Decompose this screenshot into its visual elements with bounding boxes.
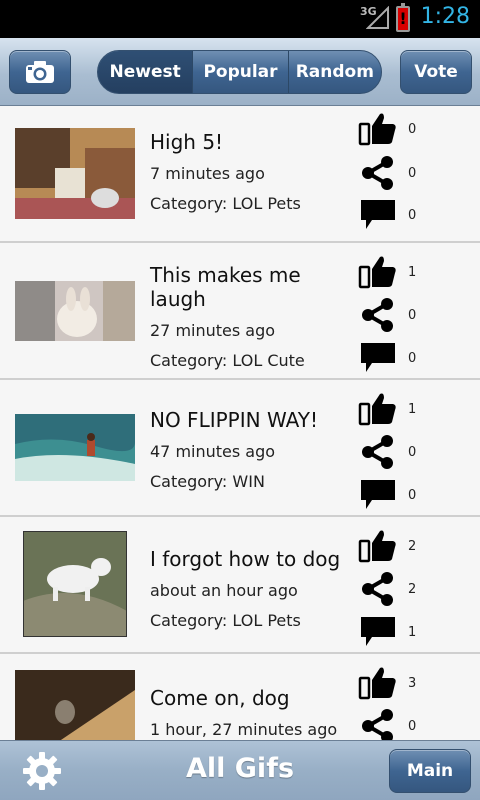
comment-count: 0 bbox=[408, 488, 417, 503]
tab-random[interactable]: Random bbox=[287, 51, 381, 93]
share-icon[interactable] bbox=[358, 435, 398, 469]
like-count: 1 bbox=[408, 265, 417, 280]
gif-category: Category: LOL Cute bbox=[150, 351, 305, 370]
gif-thumbnail[interactable] bbox=[15, 281, 135, 341]
like-icon[interactable] bbox=[358, 255, 398, 289]
gif-time: 7 minutes ago bbox=[150, 164, 265, 183]
vote-button[interactable]: Vote bbox=[400, 50, 472, 94]
list-item[interactable]: This makes me laugh 27 minutes ago Categ… bbox=[0, 243, 480, 380]
share-icon[interactable] bbox=[358, 298, 398, 332]
share-count: 0 bbox=[408, 308, 417, 323]
comment-icon[interactable] bbox=[358, 198, 398, 232]
clock: 1:28 bbox=[420, 4, 470, 29]
list-item[interactable]: NO FLIPPIN WAY! 47 minutes ago Category:… bbox=[0, 380, 480, 517]
signal-icon bbox=[366, 6, 389, 29]
like-count: 0 bbox=[408, 122, 417, 137]
tab-popular[interactable]: Popular bbox=[192, 51, 287, 93]
like-icon[interactable] bbox=[358, 529, 398, 563]
like-icon[interactable] bbox=[358, 392, 398, 426]
gif-thumbnail[interactable] bbox=[15, 670, 135, 740]
tab-newest[interactable]: Newest bbox=[98, 51, 193, 93]
sort-tabs: Newest Popular Random bbox=[97, 50, 382, 94]
share-count: 2 bbox=[408, 582, 417, 597]
top-toolbar: Newest Popular Random Vote bbox=[0, 38, 480, 106]
gif-thumbnail[interactable] bbox=[15, 128, 135, 219]
share-icon[interactable] bbox=[358, 572, 398, 606]
gif-title[interactable]: High 5! bbox=[150, 130, 350, 154]
list-item[interactable]: Come on, dog 1 hour, 27 minutes ago 3 0 bbox=[0, 654, 480, 740]
share-count: 0 bbox=[408, 166, 417, 181]
gif-category: Category: WIN bbox=[150, 472, 265, 491]
battery-icon bbox=[396, 3, 410, 32]
gif-time: 1 hour, 27 minutes ago bbox=[150, 720, 338, 739]
comment-count: 1 bbox=[408, 625, 417, 640]
gif-title[interactable]: Come on, dog bbox=[150, 686, 350, 710]
comment-count: 0 bbox=[408, 208, 417, 223]
like-count: 2 bbox=[408, 539, 417, 554]
gif-time: 27 minutes ago bbox=[150, 321, 276, 340]
like-icon[interactable] bbox=[358, 112, 398, 146]
share-count: 0 bbox=[408, 719, 417, 734]
like-count: 1 bbox=[408, 402, 417, 417]
gif-title[interactable]: This makes me laugh bbox=[150, 263, 350, 311]
bottom-bar: All Gifs Main bbox=[0, 740, 480, 800]
status-bar: 3G 1:28 bbox=[0, 0, 480, 38]
comment-icon[interactable] bbox=[358, 615, 398, 649]
comment-icon[interactable] bbox=[358, 478, 398, 512]
comment-icon[interactable] bbox=[358, 341, 398, 375]
like-count: 3 bbox=[408, 676, 417, 691]
like-icon[interactable] bbox=[358, 666, 398, 700]
main-button[interactable]: Main bbox=[389, 749, 471, 793]
gif-time: about an hour ago bbox=[150, 581, 298, 600]
list-item[interactable]: High 5! 7 minutes ago Category: LOL Pets… bbox=[0, 106, 480, 243]
gif-category: Category: LOL Pets bbox=[150, 611, 301, 630]
gif-list[interactable]: High 5! 7 minutes ago Category: LOL Pets… bbox=[0, 106, 480, 740]
list-item[interactable]: I forgot how to dog about an hour ago Ca… bbox=[0, 517, 480, 654]
gif-thumbnail[interactable] bbox=[15, 414, 135, 481]
gif-time: 47 minutes ago bbox=[150, 442, 276, 461]
share-icon[interactable] bbox=[358, 156, 398, 190]
camera-button[interactable] bbox=[9, 50, 71, 94]
gif-title[interactable]: NO FLIPPIN WAY! bbox=[150, 408, 350, 432]
gif-category: Category: LOL Pets bbox=[150, 194, 301, 213]
share-icon[interactable] bbox=[358, 709, 398, 740]
comment-count: 0 bbox=[408, 351, 417, 366]
camera-icon bbox=[26, 61, 54, 83]
gif-title[interactable]: I forgot how to dog bbox=[150, 547, 350, 571]
gif-thumbnail[interactable] bbox=[23, 531, 127, 637]
share-count: 0 bbox=[408, 445, 417, 460]
